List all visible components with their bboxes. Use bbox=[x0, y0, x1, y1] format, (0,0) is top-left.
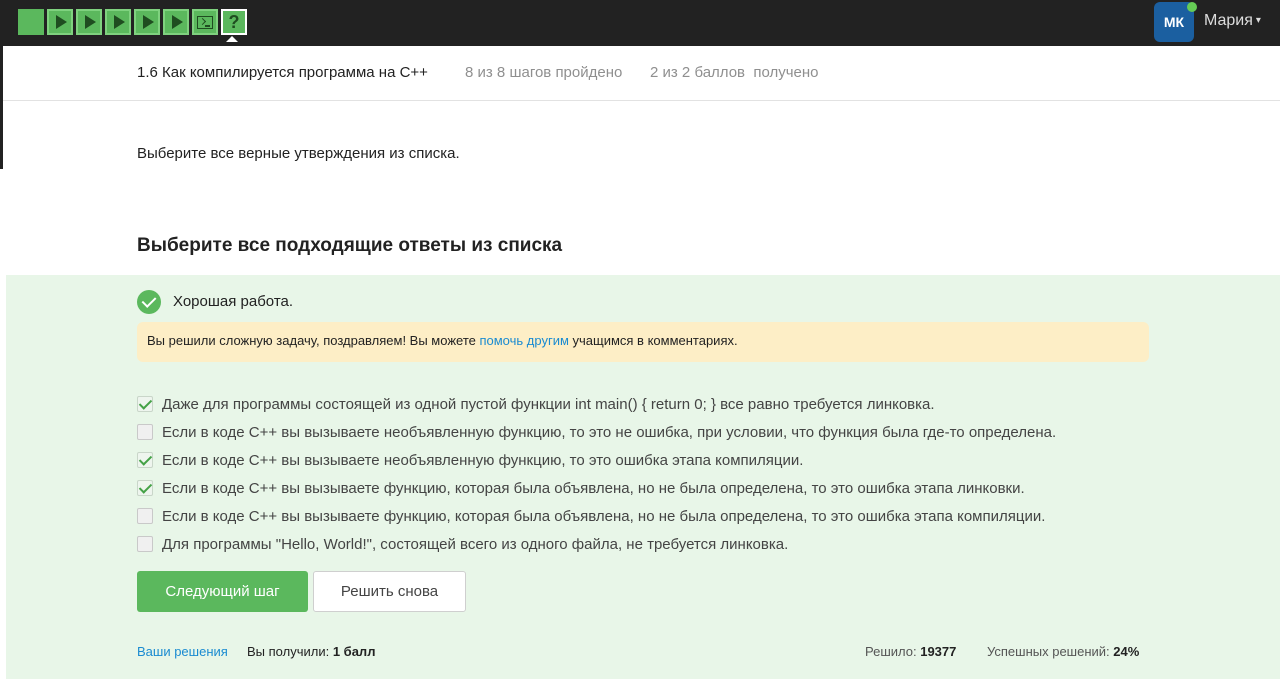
quiz-heading: Выберите все подходящие ответы из списка bbox=[137, 235, 563, 256]
answer-option[interactable]: Если в коде C++ вы вызываете необъявленн… bbox=[137, 448, 803, 472]
step-7-button[interactable] bbox=[192, 9, 218, 35]
solve-again-button[interactable]: Решить снова bbox=[313, 571, 466, 612]
terminal-icon bbox=[197, 15, 213, 29]
option-label: Если в коде C++ вы вызываете функцию, ко… bbox=[162, 479, 1025, 497]
option-label: Если в коде C++ вы вызываете функцию, ко… bbox=[162, 507, 1046, 525]
answer-option[interactable]: Если в коде C++ вы вызываете необъявленн… bbox=[137, 420, 1056, 444]
checkbox[interactable] bbox=[137, 536, 153, 552]
your-solutions-link[interactable]: Ваши решения bbox=[137, 644, 228, 659]
step-1-button[interactable] bbox=[18, 9, 44, 35]
online-status-icon bbox=[1187, 2, 1197, 12]
step-instruction: Выберите все верные утверждения из списк… bbox=[137, 145, 460, 162]
lesson-title[interactable]: 1.6 Как компилируется программа на C++ bbox=[137, 64, 428, 81]
success-rate: Успешных решений: 24% bbox=[987, 644, 1139, 659]
option-label: Для программы "Hello, World!", состоящей… bbox=[162, 535, 789, 553]
play-icon bbox=[172, 15, 183, 29]
lesson-score: 2 из 2 баллов получено bbox=[650, 64, 819, 81]
active-step-caret-icon bbox=[226, 36, 238, 42]
checkbox[interactable] bbox=[137, 508, 153, 524]
solved-label: Решило: bbox=[865, 644, 917, 659]
notice-text-after: учащимся в комментариях. bbox=[568, 333, 738, 348]
checkbox[interactable] bbox=[137, 424, 153, 440]
question-icon: ? bbox=[228, 12, 240, 32]
lesson-progress: 8 из 8 шагов пройдено bbox=[465, 64, 623, 81]
play-icon bbox=[56, 15, 67, 29]
points-label: Вы получили: bbox=[247, 644, 330, 659]
user-menu[interactable]: Мария ▾ bbox=[1204, 12, 1261, 30]
play-icon bbox=[114, 15, 125, 29]
checkbox[interactable] bbox=[137, 452, 153, 468]
feedback-title: Хорошая работа. bbox=[173, 293, 294, 310]
play-icon bbox=[85, 15, 96, 29]
success-label: Успешных решений: bbox=[987, 644, 1110, 659]
checkbox[interactable] bbox=[137, 480, 153, 496]
solved-count: Решило: 19377 bbox=[865, 644, 956, 659]
step-4-button[interactable] bbox=[105, 9, 131, 35]
chevron-down-icon: ▾ bbox=[1255, 15, 1261, 26]
step-3-button[interactable] bbox=[76, 9, 102, 35]
answer-option[interactable]: Для программы "Hello, World!", состоящей… bbox=[137, 532, 788, 556]
answer-option[interactable]: Если в коде C++ вы вызываете функцию, ко… bbox=[137, 504, 1045, 528]
answer-option[interactable]: Если в коде C++ вы вызываете функцию, ко… bbox=[137, 476, 1025, 500]
step-2-button[interactable] bbox=[47, 9, 73, 35]
success-value: 24% bbox=[1113, 644, 1140, 659]
help-others-link[interactable]: помочь другим bbox=[479, 333, 568, 348]
congrats-notice: Вы решили сложную задачу, поздравляем! В… bbox=[137, 322, 1149, 362]
play-icon bbox=[143, 15, 154, 29]
solved-value: 19377 bbox=[920, 644, 957, 659]
top-navigation-bar: ? МК Мария ▾ bbox=[0, 0, 1280, 46]
checkbox[interactable] bbox=[137, 396, 153, 412]
step-navigation: ? bbox=[18, 9, 247, 35]
points-received: Вы получили: 1 балл bbox=[247, 644, 375, 659]
step-5-button[interactable] bbox=[134, 9, 160, 35]
option-label: Если в коде C++ вы вызываете необъявленн… bbox=[162, 451, 804, 469]
success-check-icon bbox=[137, 290, 161, 314]
step-8-button[interactable]: ? bbox=[221, 9, 247, 35]
step-6-button[interactable] bbox=[163, 9, 189, 35]
option-label: Если в коде C++ вы вызываете необъявленн… bbox=[162, 423, 1057, 441]
next-step-button[interactable]: Следующий шаг bbox=[137, 571, 308, 612]
answer-option[interactable]: Даже для программы состоящей из одной пу… bbox=[137, 392, 935, 416]
points-value: 1 балл bbox=[332, 644, 376, 659]
username: Мария bbox=[1204, 12, 1253, 29]
notice-text-before: Вы решили сложную задачу, поздравляем! В… bbox=[147, 333, 480, 348]
option-label: Даже для программы состоящей из одной пу… bbox=[162, 395, 935, 413]
